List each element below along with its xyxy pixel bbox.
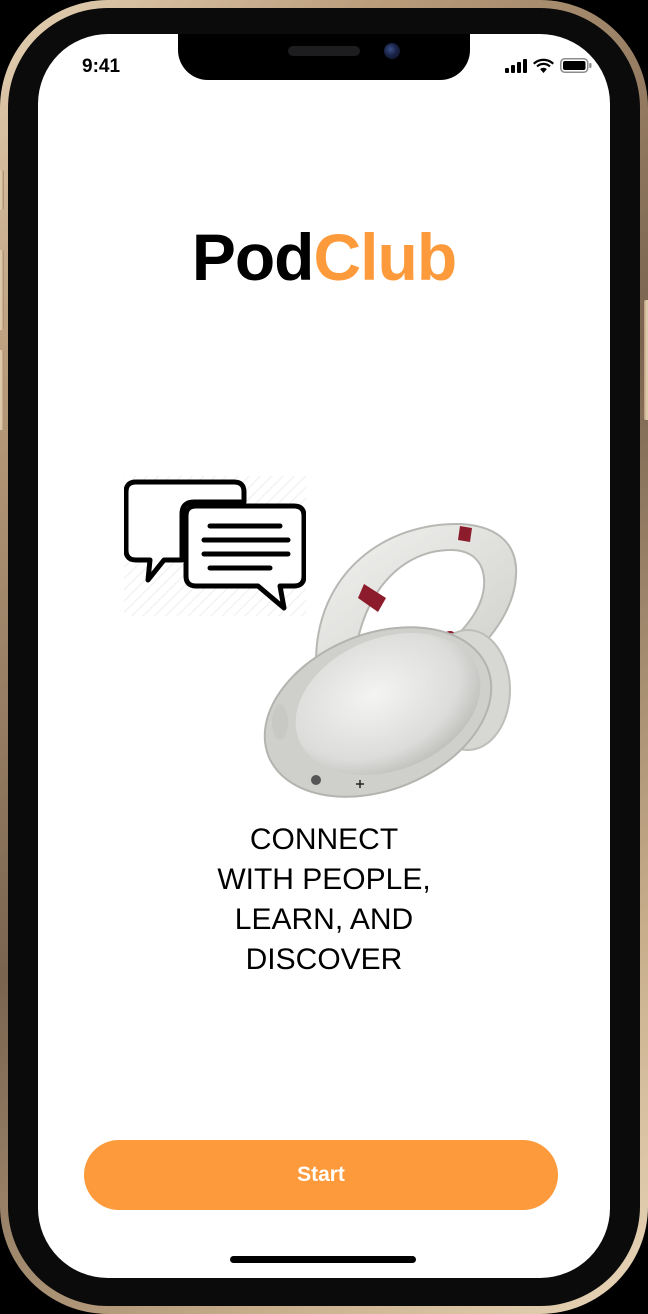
tagline-line: LEARN, AND [234, 903, 414, 936]
battery-icon [560, 58, 592, 73]
speaker-grille [288, 46, 360, 56]
volume-down-button [0, 350, 4, 430]
power-button [644, 300, 648, 420]
headphones-image [263, 522, 518, 798]
tagline: CONNECT WITH PEOPLE, LEARN, AND DISCOVER [38, 820, 610, 980]
app-logo: PodClub [38, 224, 610, 290]
cellular-signal-icon [505, 58, 527, 73]
tagline-line: WITH PEOPLE, [217, 863, 431, 896]
tagline-line: CONNECT [249, 823, 399, 856]
start-button[interactable]: Start [84, 1140, 558, 1210]
phone-frame: 9:41 PodClub CONNECT WITH PEOPLE, LEARN,… [0, 0, 648, 1314]
wifi-icon [533, 58, 554, 73]
logo-text-club: Club [313, 220, 458, 294]
side-button [0, 170, 4, 210]
volume-up-button [0, 250, 4, 330]
home-indicator[interactable] [230, 1256, 416, 1263]
status-icons [505, 58, 592, 73]
app-screen: 9:41 PodClub CONNECT WITH PEOPLE, LEARN,… [38, 34, 610, 1278]
front-camera [384, 43, 400, 59]
notch [178, 34, 470, 80]
status-time: 9:41 [82, 56, 121, 77]
tagline-line: DISCOVER [245, 943, 403, 976]
logo-text-pod: Pod [191, 220, 315, 294]
